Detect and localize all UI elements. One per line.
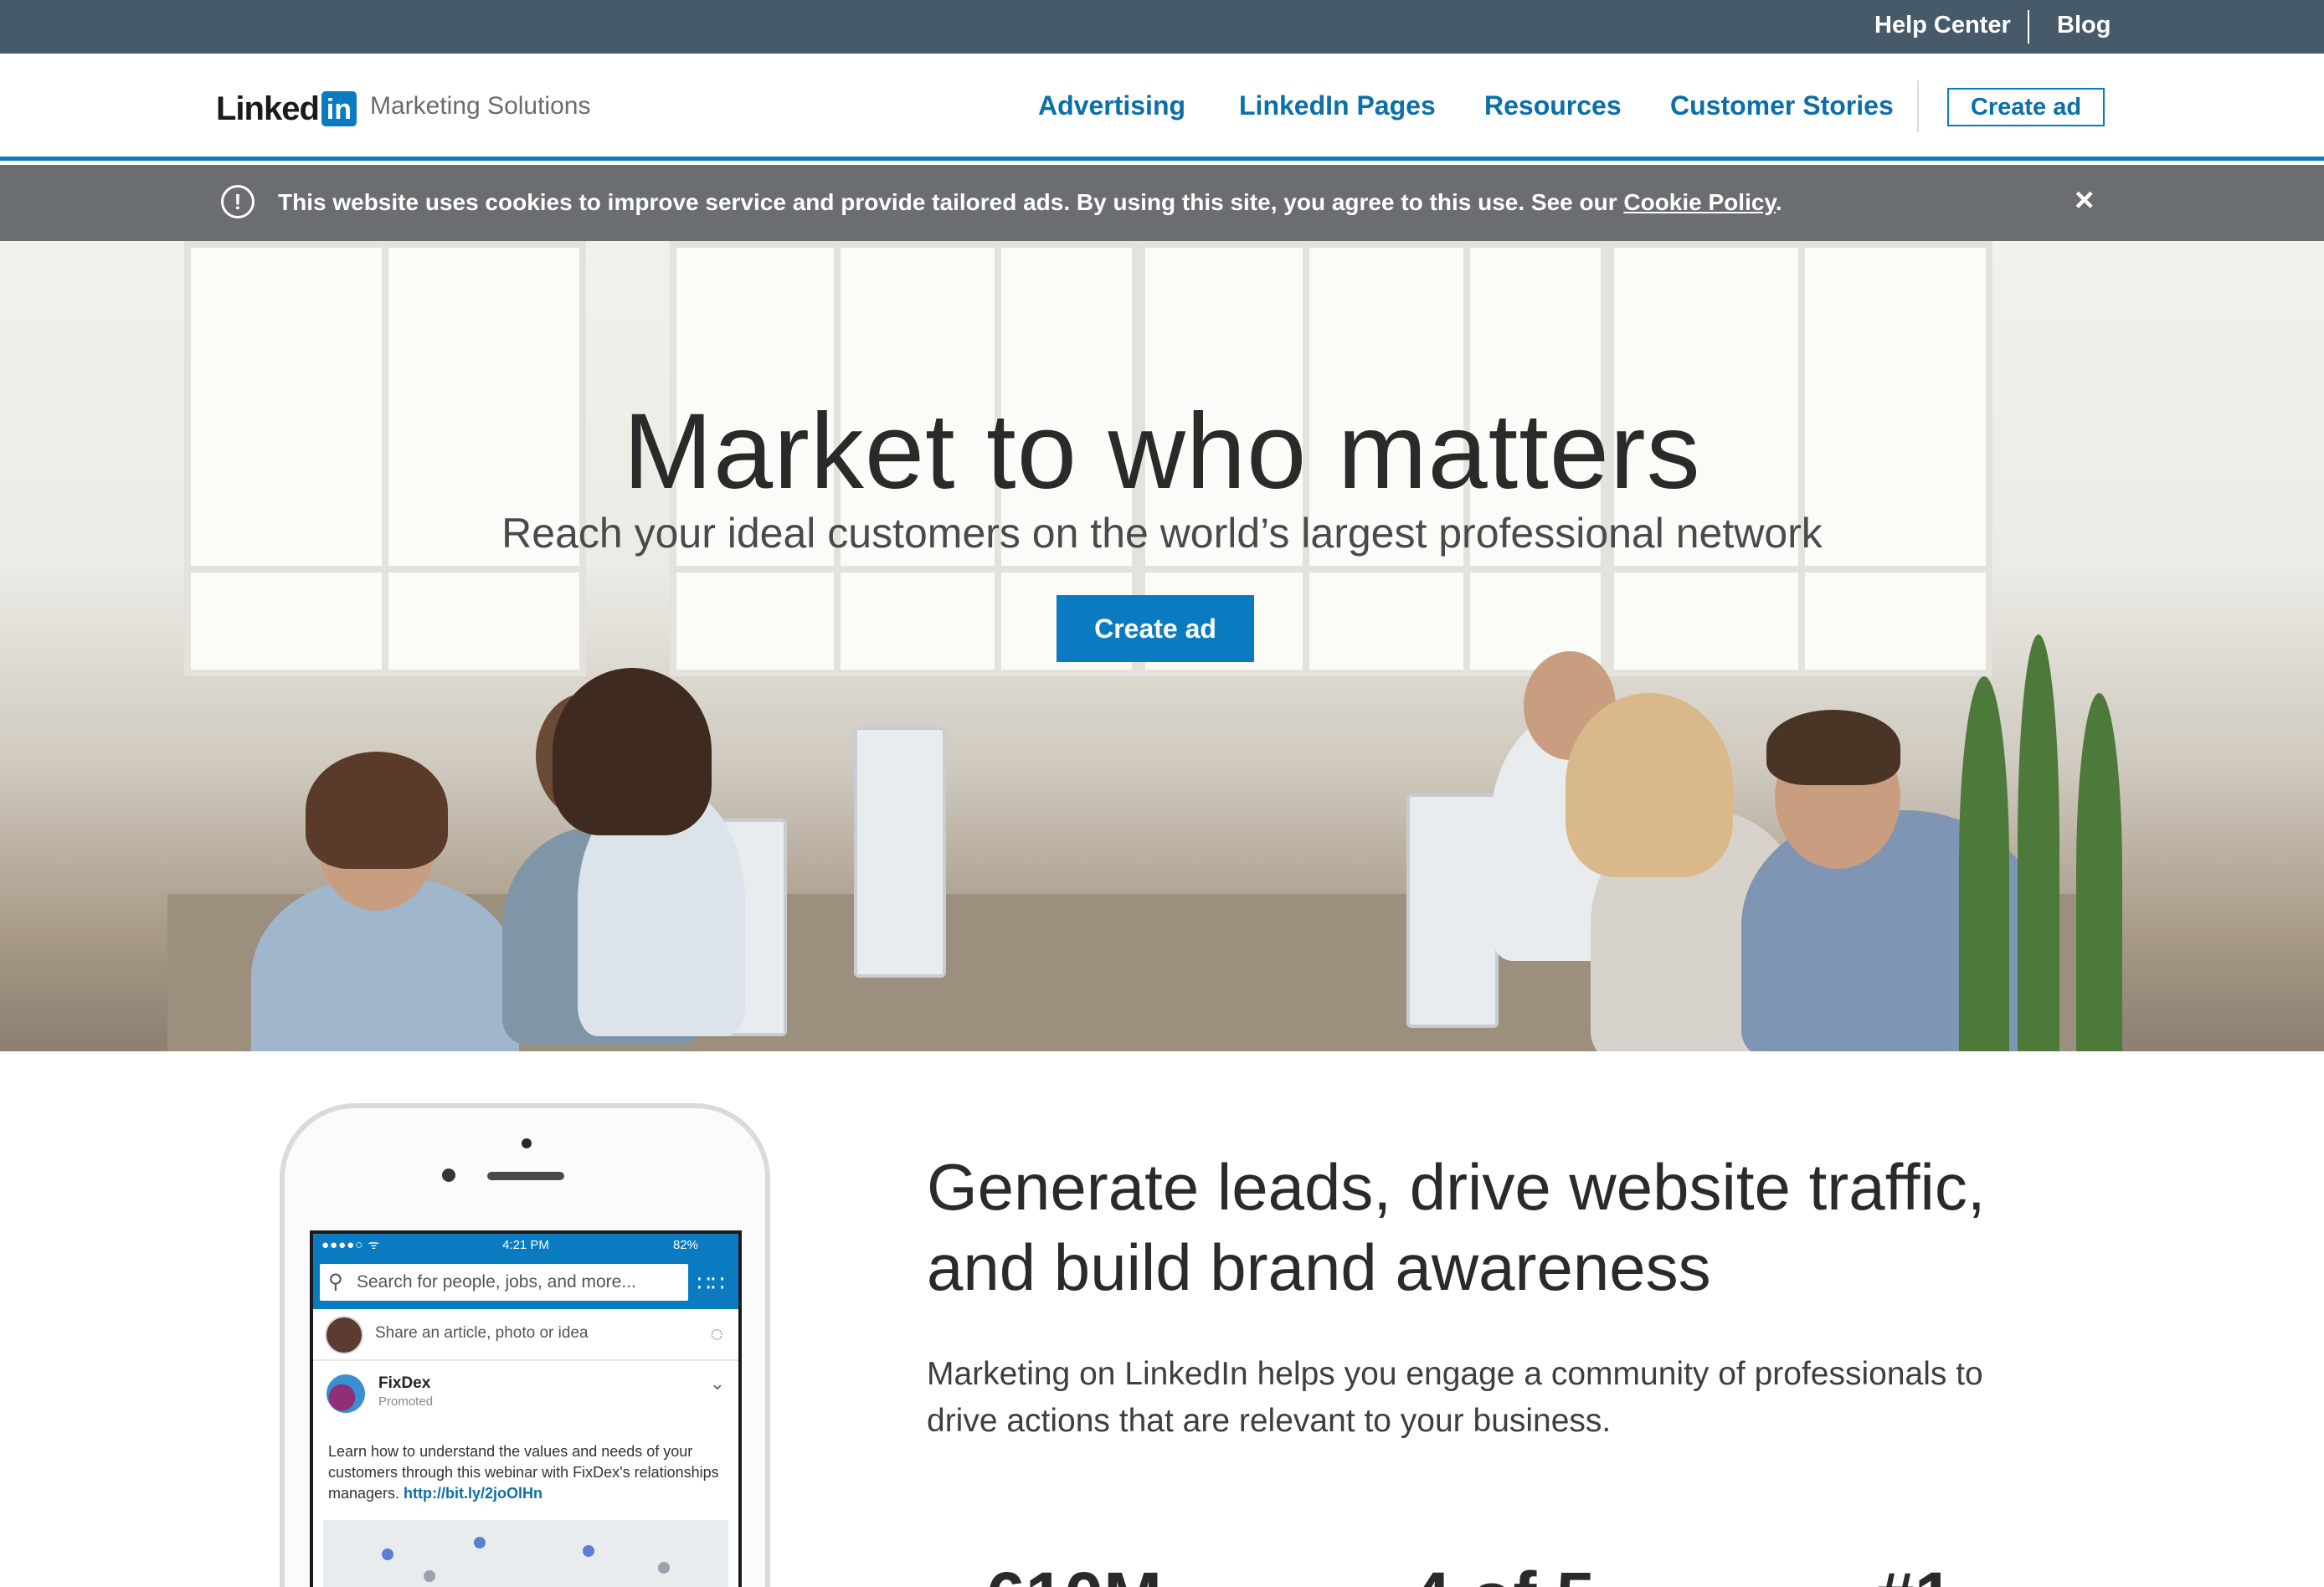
apps-grid-icon[interactable]: ∷∷: [697, 1269, 725, 1297]
close-icon[interactable]: ×: [2075, 182, 2094, 219]
phone-camera: [442, 1168, 455, 1182]
cookie-message: This website uses cookies to improve ser…: [278, 189, 1782, 216]
company-logo: [326, 1374, 365, 1413]
logo-subtitle: Marketing Solutions: [370, 92, 591, 120]
section-body: Marketing on LinkedIn helps you engage a…: [927, 1356, 1983, 1439]
camera-icon[interactable]: ◌: [711, 1321, 723, 1347]
search-icon: ⚲: [328, 1271, 343, 1293]
cookie-message-text: This website uses cookies to improve ser…: [278, 189, 1624, 215]
alert-icon: !: [221, 185, 255, 218]
utility-bar: Help Center Blog: [0, 0, 2324, 54]
app-search-bar: ⚲ Search for people, jobs, and more... ∷…: [313, 1257, 738, 1309]
sponsored-post: FixDex Promoted ⌄ Learn how to understan…: [313, 1364, 738, 1587]
linkedin-logo[interactable]: Linked in: [216, 90, 357, 127]
hero-create-ad-button[interactable]: Create ad: [1057, 595, 1254, 662]
section-title-line-2: and build brand awareness: [927, 1230, 1711, 1304]
app-search-input[interactable]: ⚲ Search for people, jobs, and more...: [320, 1264, 688, 1301]
post-link[interactable]: http://bit.ly/2joOlHn: [404, 1485, 542, 1502]
cookie-banner: ! This website uses cookies to improve s…: [0, 165, 2324, 241]
nav-resources[interactable]: Resources: [1484, 90, 1622, 121]
monitor: [1406, 794, 1499, 1028]
phone-speaker: [487, 1172, 564, 1180]
section-title: Generate leads, drive website traffic, a…: [927, 1147, 2099, 1307]
chevron-down-icon[interactable]: ⌄: [710, 1373, 725, 1394]
monitor: [854, 727, 946, 978]
phone-sensor: [522, 1138, 532, 1148]
logo-wordmark: Linked: [216, 90, 320, 127]
post-company-name: FixDex: [378, 1374, 431, 1392]
nav-create-ad-button[interactable]: Create ad: [1947, 88, 2105, 126]
hero-subtitle: Reach your ideal customers on the world’…: [501, 510, 1823, 557]
phone-screen: ●●●●○ ᯤ 4:21 PM 82% ⚲ Search for people,…: [310, 1230, 742, 1587]
cookie-message-end: .: [1775, 189, 1782, 215]
section-title-line-1: Generate leads, drive website traffic,: [927, 1150, 1986, 1224]
nav-divider: [1917, 80, 1919, 132]
hero-title: Market to who matters: [623, 392, 1701, 511]
post-network-image: [323, 1520, 728, 1587]
nav-advertising[interactable]: Advertising: [1038, 90, 1185, 121]
search-placeholder: Search for people, jobs, and more...: [357, 1272, 636, 1292]
phone-mockup: ●●●●○ ᯤ 4:21 PM 82% ⚲ Search for people,…: [280, 1103, 770, 1587]
nav-customer-stories[interactable]: Customer Stories: [1670, 90, 1894, 121]
post-text: Learn how to understand the values and n…: [328, 1441, 730, 1504]
stat-decision-makers: 4 of 5: [1411, 1557, 1595, 1587]
stat-ranking: #1: [1875, 1557, 1953, 1587]
utility-separator: [2028, 10, 2029, 44]
phone-status-bar: ●●●●○ ᯤ 4:21 PM 82%: [313, 1234, 738, 1257]
help-center-link[interactable]: Help Center: [1874, 12, 2011, 39]
nav-linkedin-pages[interactable]: LinkedIn Pages: [1239, 90, 1436, 121]
post-promoted-label: Promoted: [378, 1394, 434, 1409]
main-nav: Linked in Marketing Solutions Advertisin…: [0, 54, 2324, 161]
cookie-policy-link[interactable]: Cookie Policy: [1623, 189, 1776, 215]
share-box[interactable]: Share an article, photo or idea ◌: [313, 1309, 738, 1361]
blog-link[interactable]: Blog: [2057, 12, 2111, 39]
battery-level: 82%: [672, 1238, 698, 1252]
logo-in-badge: in: [321, 91, 357, 126]
avatar: [325, 1316, 363, 1354]
stat-members: 610M: [986, 1557, 1162, 1587]
plant: [1959, 676, 2009, 1051]
share-placeholder: Share an article, photo or idea: [375, 1324, 589, 1342]
hero-banner: Market to who matters Reach your ideal c…: [0, 241, 2324, 1051]
